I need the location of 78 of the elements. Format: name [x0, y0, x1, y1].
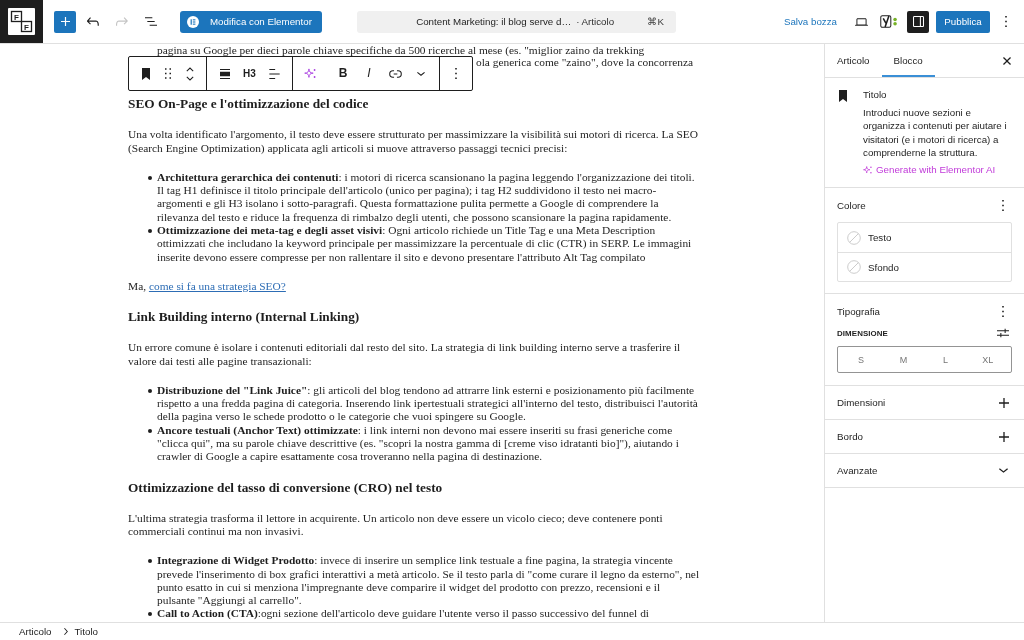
link-icon: [388, 69, 402, 78]
size-option[interactable]: M: [882, 349, 925, 371]
bookmark-icon: [839, 90, 847, 102]
plus-icon: [999, 431, 1009, 442]
e-logo-icon: [187, 15, 199, 28]
list-item: Distribuzione del "Link Juice": gli articoli del blog tendono ad attrarre link esterni e posizionamento più facilmente rispetto a una fredda pagina di categoria. Inserendo link ipertestuali strategici all'interno del testo, distribuisci l'autorità della pagina verso le schede prodotto o le categorie che vuoi spingere su Google.: [157, 383, 699, 424]
chevron-up-icon: [186, 66, 194, 72]
save-draft-button[interactable]: Salva bozza: [783, 16, 837, 27]
bullet-icon: [148, 229, 152, 234]
site-icon-button[interactable]: F F: [0, 0, 43, 43]
settings-toggle-button[interactable]: [907, 10, 929, 33]
bullet-icon: [148, 428, 152, 433]
block-title: Titolo: [863, 89, 888, 101]
section-heading: Ottimizzazione del tasso di conversione (CRO) nel testo: [128, 479, 444, 496]
command-bar[interactable]: Content Marketing: il blog serve d… · Articolo ⌘K: [356, 10, 676, 33]
no-color-swatch-icon: [847, 230, 861, 245]
paragraph: Ma, come si fa una strategia SEO?: [128, 279, 287, 294]
add-block-button[interactable]: [54, 10, 76, 33]
italic-button[interactable]: I: [356, 57, 382, 90]
heading-level-button[interactable]: H3: [237, 57, 262, 90]
section-heading: SEO On-Page e l'ottimizzazione del codice: [128, 96, 370, 113]
list-item: Ottimizzazione dei meta-tag e degli asset visivi: Ogni articolo richiede un Title Tag e una Meta Description ottimizzati che includano la keyword principale per massimizzare la percentuale di clic (CTR) in SERP. Le immagini inserite devono essere compresse per non rallentare il sito e devono presentare l'attributo Alt Tag compilato: [157, 224, 693, 264]
bold-button[interactable]: B: [330, 57, 356, 90]
align-icon: [219, 68, 230, 79]
publish-button[interactable]: Pubblica: [936, 10, 990, 33]
color-setting-item[interactable]: Testo: [838, 223, 1011, 253]
panel-header[interactable]: Avanzate: [825, 454, 1024, 489]
paragraph: Una volta identificato l'argomento, il testo deve essere strutturato per massimizzare la visibilità sui motori di ricerca. La SEO (Search Engine Optimization) applicata agli articoli si muove attraverso passaggi tecnici precisi:: [128, 128, 699, 155]
list-item: Integrazione di Widget Prodotto: invece di inserire un semplice link testuale a fine pagina, la strategia vincente prevede l'inserimento di box grafici interattivi a metà articolo. Se il testo parla di "come curare il legno da esterno", nel punto esatto in cui si menziona l'impregnante deve comparire il widget del prodotto con prezzo, recensioni e il pulsante "Aggiungi al carrello".: [157, 554, 700, 608]
bookmark-icon: [142, 67, 150, 80]
panel-title: Colore: [837, 199, 866, 211]
color-setting-item[interactable]: Sfondo: [838, 252, 1011, 282]
bullet-icon: [148, 612, 152, 617]
ai-generate-link[interactable]: Generate with Elementor AI: [863, 164, 996, 177]
section-heading: Link Building interno (Internal Linking): [128, 309, 361, 326]
sidebar-panel-icon: [912, 16, 924, 27]
text-line: pagina su Google per dieci parole chiave specifiche da 500 ricerche al mese (es. "miglior zaino da trekking: [157, 44, 645, 56]
plus-icon: [999, 397, 1009, 408]
breadcrumb-link[interactable]: Titolo: [74, 625, 98, 638]
list-icon: [145, 17, 157, 26]
plus-icon: [60, 17, 70, 26]
sidebar-tab[interactable]: Articolo: [825, 44, 882, 77]
breadcrumb-link[interactable]: Articolo: [19, 625, 52, 638]
laptop-icon: [854, 17, 868, 26]
move-down-button[interactable]: [186, 75, 194, 81]
chevron-down-icon: [186, 75, 194, 81]
edit-with-elementor-button[interactable]: Modifica con Elementor: [180, 10, 322, 33]
chevron-right-icon: [63, 628, 68, 635]
text-line: ola generica come "zaino", dove la concorrenza: [476, 56, 694, 70]
drag-dots-icon: [165, 68, 171, 79]
bullet-icon: [148, 175, 152, 180]
sidebar-tab[interactable]: Blocco: [881, 44, 935, 77]
move-up-button[interactable]: [186, 66, 194, 72]
chevron-down-icon: [417, 71, 425, 76]
link[interactable]: come si fa una strategia SEO?: [148, 279, 286, 292]
list-item: Call to Action (CTA):ogni sezione dell'articolo deve guidare l'utente verso il passo successivo del funnel di: [157, 607, 650, 621]
close-icon: [1003, 56, 1011, 65]
chevron-down-icon: [999, 468, 1008, 474]
panel-title: Tipografia: [837, 305, 880, 317]
sparkle-icon: [304, 68, 316, 79]
logo-icon: [879, 15, 897, 28]
sliders-icon: [997, 328, 1009, 339]
list-item: Ancore testuali (Anchor Text) ottimizzate: i link interni non devono mai essere inseriti su frasi generiche come "clicca qui", ma su parole chiave descrittive (es. "scopri la nostra gamma di [creme viso idratanti bio]"), aiutando i crawler di Google a capire esattamente cosa troveranno nella pagina di destinazione.: [157, 423, 680, 464]
size-option[interactable]: XL: [966, 349, 1009, 371]
paragraph: L'ultima strategia trasforma il lettore in acquirente. Un articolo non deve essere un vicolo cieco; deve contenere ponti commerciali continui ma non invasivi.: [128, 511, 664, 539]
panel-header[interactable]: Dimensioni: [825, 386, 1024, 421]
sparkle-icon: [863, 166, 872, 175]
undo-icon: [87, 17, 99, 26]
bullet-icon: [148, 388, 152, 393]
no-color-swatch-icon: [847, 260, 861, 275]
size-option[interactable]: S: [840, 349, 883, 371]
list-item: Architettura gerarchica dei contenuti: i motori di ricerca scansionano la pagina leggendo l'organizzazione dei titoli. Il tag H1 definisce il titolo principale dell'articolo (unico per pagina); i tag H2 suddividono il testo nei macro-argomenti e gli H3 isolano i sotto-paragrafi. Questa formattazione pulita permette a Google di comprendere la rilevanza del testo e riduce la frequenza di rimbalzo degli utenti, che possono scansionare la pagina rapidamente.: [157, 170, 696, 225]
redo-icon: [116, 17, 128, 26]
block-description: Introduci nuove sezioni e organizza i contenuti per aiutare i visitatori (e i motori di ricerca) a comprenderne la struttura.: [863, 106, 1008, 160]
bullet-icon: [148, 559, 152, 564]
panel-header[interactable]: Bordo: [825, 420, 1024, 455]
paragraph: Un errore comune è isolare i contenuti editoriali dal resto del sito. La strategia di link building interno serve a trasferire il valore dai testi alle pagine transazionali:: [128, 341, 682, 368]
size-option[interactable]: L: [924, 349, 967, 371]
